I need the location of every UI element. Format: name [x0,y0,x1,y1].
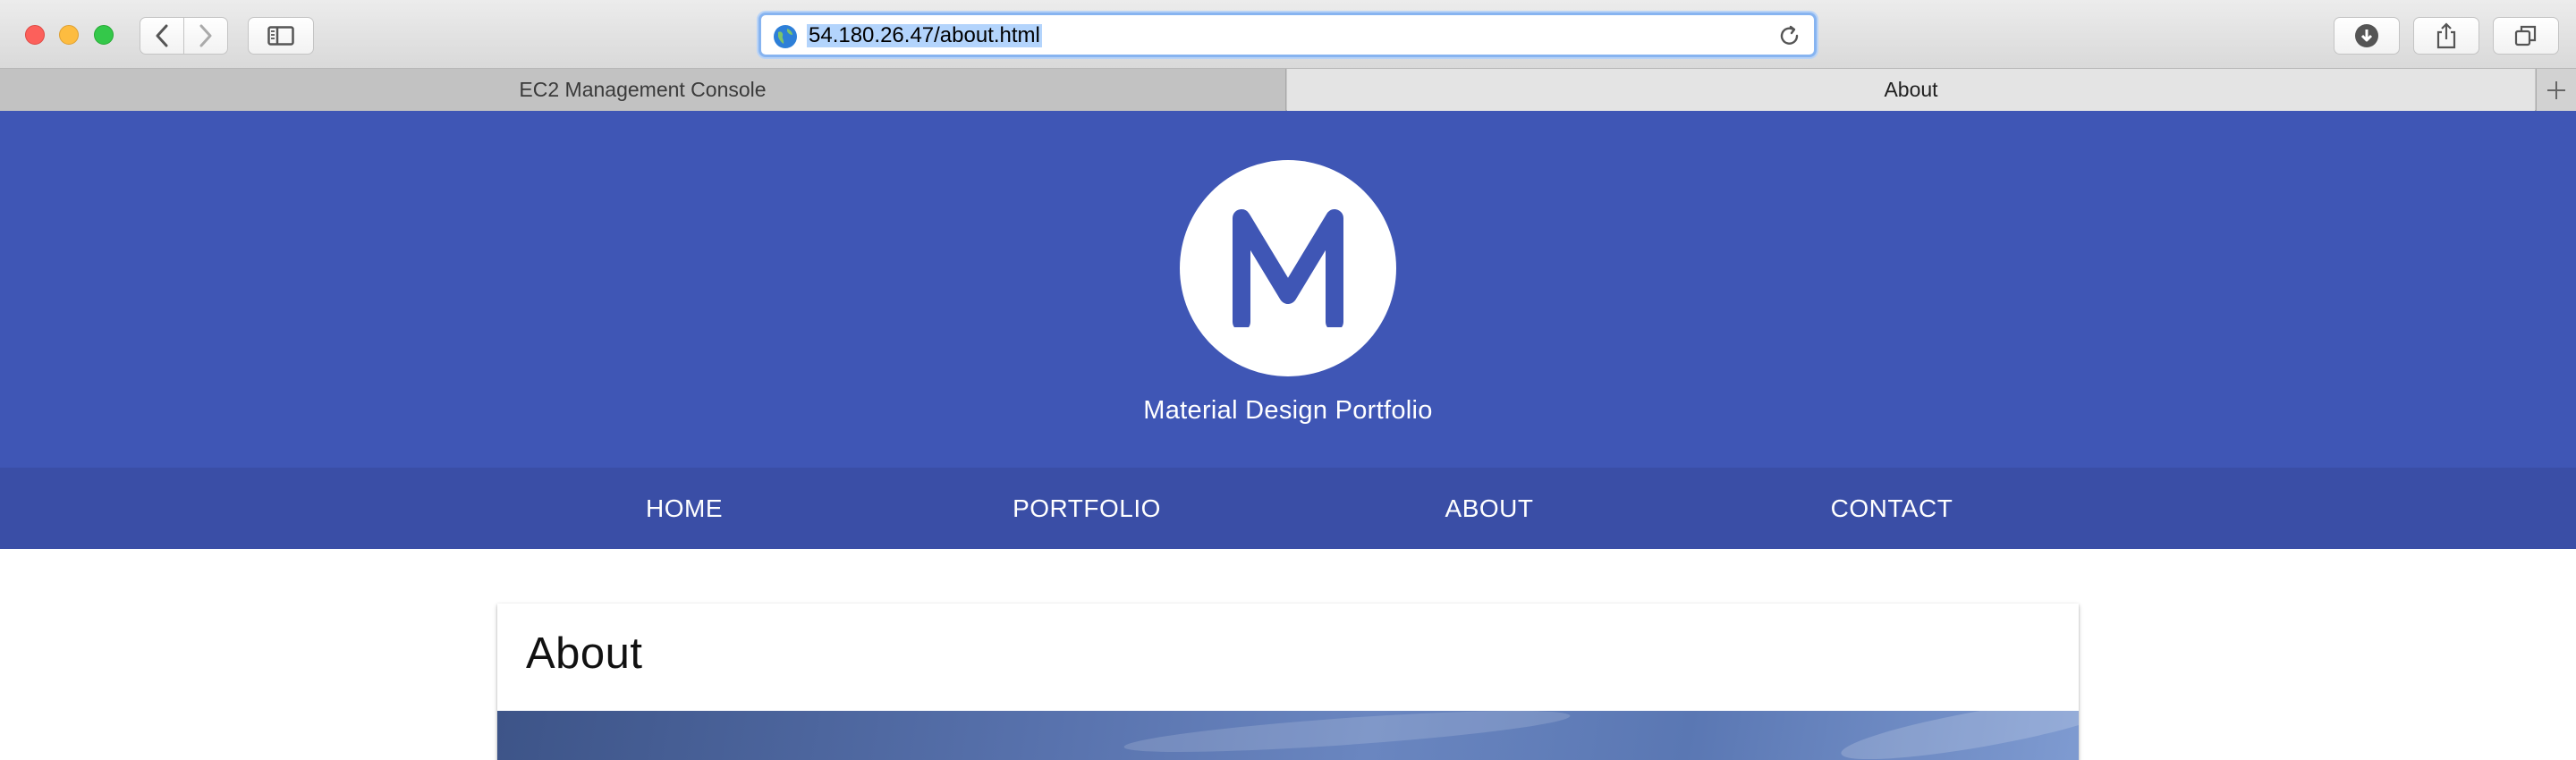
sidebar-icon [267,26,294,46]
tab-about[interactable]: About [1287,69,2535,111]
nav-home-link[interactable]: HOME [550,468,818,549]
nav-portfolio-link[interactable]: PORTFOLIO [953,468,1221,549]
nav-about-link[interactable]: ABOUT [1355,468,1623,549]
new-tab-button[interactable] [2536,69,2576,111]
plus-icon [2547,80,2565,99]
share-icon [2436,22,2456,49]
tabs-overview-icon [2514,25,2537,46]
tab-overview-button[interactable] [2493,17,2559,55]
downloads-button[interactable] [2334,17,2400,55]
zoom-window-button[interactable] [94,25,114,45]
logo-m-icon [1233,209,1343,327]
card-hero-image [497,711,2079,760]
reload-icon[interactable] [1777,24,1802,49]
card-title: About [526,629,643,678]
site-logo[interactable] [1180,160,1396,376]
nav-contact-link[interactable]: CONTACT [1758,468,2026,549]
browser-toolbar: 54.180.26.47/about.html [0,0,2576,69]
back-icon [156,24,168,47]
minimize-window-button[interactable] [59,25,79,45]
sidebar-toggle-button[interactable] [248,17,314,55]
tab-label: EC2 Management Console [519,78,767,101]
download-icon [2355,24,2378,47]
about-card: About [497,604,2079,760]
address-bar[interactable]: 54.180.26.47/about.html [758,13,1817,57]
tab-bar: EC2 Management Console About [0,69,2576,111]
forward-icon [199,24,212,47]
main-nav: HOME PORTFOLIO ABOUT CONTACT [0,468,2576,549]
forward-button[interactable] [183,17,228,55]
url-text[interactable]: 54.180.26.47/about.html [807,24,1042,47]
tab-label: About [1884,78,1938,101]
close-window-button[interactable] [25,25,45,45]
back-button[interactable] [140,17,184,55]
cloud-shape [1123,711,1572,760]
site-header: Material Design Portfolio [0,111,2576,468]
cloud-shape [1837,711,2079,760]
site-title: Material Design Portfolio [1143,396,1433,425]
tab-ec2-console[interactable]: EC2 Management Console [0,69,1286,111]
share-button[interactable] [2413,17,2479,55]
globe-icon [774,25,797,48]
